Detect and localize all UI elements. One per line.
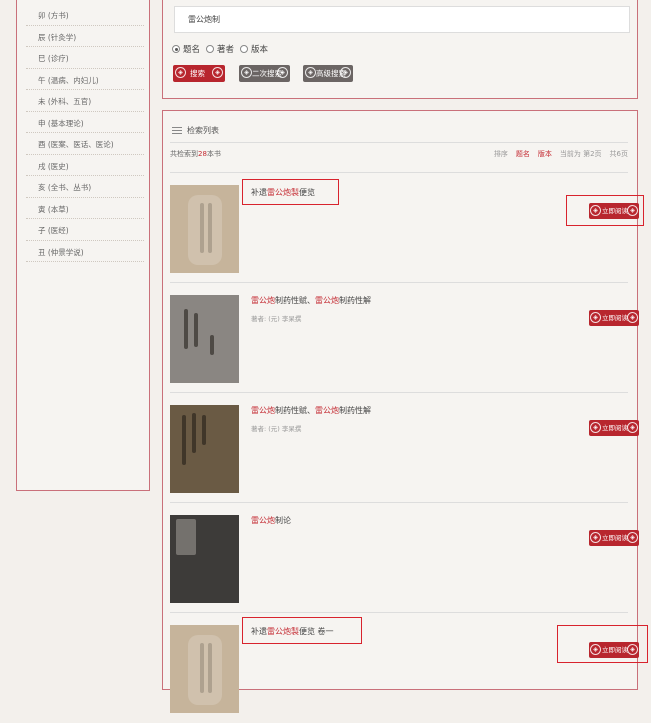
book-cover-image[interactable]: [170, 625, 239, 713]
search-field-options: 题名 著者 版本: [172, 42, 268, 56]
book-title[interactable]: 雷公炮制论: [251, 515, 291, 526]
book-author: 著者: (元) 李杲撰: [251, 425, 302, 433]
radio-author[interactable]: 著者: [206, 43, 234, 55]
advanced-search-button[interactable]: ◈ 高级搜索 ◈: [303, 65, 353, 82]
results-header: 检索列表: [170, 119, 628, 143]
read-now-label: 立即阅读: [602, 314, 628, 322]
category-item[interactable]: 子 (医经): [26, 219, 144, 241]
category-item[interactable]: 亥 (全书、丛书): [26, 176, 144, 198]
book-cover-image[interactable]: [170, 295, 239, 383]
scroll-ornament-icon: ◈: [590, 532, 601, 543]
read-now-button[interactable]: ◈ 立即阅读 ◈: [589, 530, 639, 546]
result-item: 雷公炮制药性赋、雷公炮制药性解 著者: (元) 李杲撰 ◈ 立即阅读 ◈: [170, 282, 639, 393]
book-title[interactable]: 雷公炮制药性赋、雷公炮制药性解: [251, 295, 371, 306]
result-count-text: 共检索到28本书: [170, 150, 221, 158]
results-title: 检索列表: [187, 126, 219, 135]
category-item[interactable]: 未 (外科、五官): [26, 90, 144, 112]
category-item[interactable]: 寅 (本草): [26, 198, 144, 219]
scroll-ornament-icon: ◈: [590, 422, 601, 433]
category-item[interactable]: 卯 (方书): [26, 4, 144, 26]
category-item[interactable]: 丑 (仲景学说): [26, 241, 144, 262]
book-cover-image[interactable]: [170, 515, 239, 603]
scroll-ornament-icon: ◈: [627, 312, 638, 323]
search-input[interactable]: [174, 6, 630, 33]
sort-by-edition[interactable]: 版本: [538, 149, 552, 159]
current-page: 当前为 第2页: [559, 150, 602, 158]
result-count: 28: [198, 150, 207, 158]
category-item[interactable]: 酉 (医案、医话、医论): [26, 133, 144, 155]
category-item[interactable]: 辰 (针灸学): [26, 26, 144, 47]
radio-label: 版本: [251, 45, 269, 55]
results-summary: 共检索到28本书 排序 题名 版本 当前为 第2页 共6页: [170, 149, 628, 161]
annotation-highlight-box: [242, 179, 339, 205]
search-panel: 题名 著者 版本 ◈ 搜索 ◈ ◈ 二次搜索 ◈ ◈ 高级搜索 ◈: [162, 0, 638, 99]
book-title[interactable]: 雷公炮制药性赋、雷公炮制药性解: [251, 405, 371, 416]
scroll-ornament-icon: ◈: [340, 67, 351, 78]
list-icon: [172, 126, 182, 135]
annotation-highlight-box: [557, 625, 648, 663]
result-item: 雷公炮制论 ◈ 立即阅读 ◈: [170, 502, 639, 613]
read-now-button[interactable]: ◈ 立即阅读 ◈: [589, 310, 639, 326]
result-item: 雷公炮制药性赋、雷公炮制药性解 著者: (元) 李杲撰 ◈ 立即阅读 ◈: [170, 392, 639, 503]
radio-checked-icon[interactable]: [172, 45, 180, 53]
radio-edition[interactable]: 版本: [240, 43, 268, 55]
annotation-highlight-box: [566, 195, 644, 226]
scroll-ornament-icon: ◈: [305, 67, 316, 78]
search-button[interactable]: ◈ 搜索 ◈: [173, 65, 225, 82]
scroll-ornament-icon: ◈: [590, 312, 601, 323]
radio-label: 著者: [217, 45, 235, 55]
result-item: 补遗雷公炮製便览 ◈ 立即阅读 ◈: [170, 172, 639, 283]
scroll-ornament-icon: ◈: [212, 67, 223, 78]
search-button-label: 搜索: [190, 69, 205, 78]
read-now-button[interactable]: ◈ 立即阅读 ◈: [589, 420, 639, 436]
category-list: 卯 (方书) 辰 (针灸学) 巳 (诊疗) 午 (温病、内妇儿) 未 (外科、五…: [26, 4, 144, 262]
category-item[interactable]: 午 (温病、内妇儿): [26, 69, 144, 90]
category-item[interactable]: 申 (基本理论): [26, 112, 144, 133]
book-cover-image[interactable]: [170, 185, 239, 273]
scroll-ornament-icon: ◈: [627, 532, 638, 543]
radio-label: 题名: [183, 45, 201, 55]
category-item[interactable]: 巳 (诊疗): [26, 47, 144, 69]
book-cover-image[interactable]: [170, 405, 239, 493]
scroll-ornament-icon: ◈: [627, 422, 638, 433]
book-author: 著者: (元) 李杲撰: [251, 315, 302, 323]
read-now-label: 立即阅读: [602, 424, 628, 432]
radio-unchecked-icon[interactable]: [240, 45, 249, 53]
second-search-button[interactable]: ◈ 二次搜索 ◈: [239, 65, 290, 82]
annotation-highlight-box: [242, 617, 362, 644]
scroll-ornament-icon: ◈: [175, 67, 186, 78]
category-item[interactable]: 戌 (医史): [26, 155, 144, 176]
radio-title[interactable]: 题名: [172, 43, 200, 55]
radio-unchecked-icon[interactable]: [206, 45, 215, 53]
scroll-ornament-icon: ◈: [277, 67, 288, 78]
read-now-label: 立即阅读: [602, 534, 628, 542]
sort-bar: 排序 题名 版本 当前为 第2页 共6页: [494, 149, 628, 159]
scroll-ornament-icon: ◈: [241, 67, 252, 78]
total-pages: 共6页: [609, 150, 628, 158]
sort-by-title[interactable]: 题名: [516, 149, 530, 159]
category-panel: 卯 (方书) 辰 (针灸学) 巳 (诊疗) 午 (温病、内妇儿) 未 (外科、五…: [16, 0, 150, 491]
sort-label: 排序: [493, 150, 508, 158]
